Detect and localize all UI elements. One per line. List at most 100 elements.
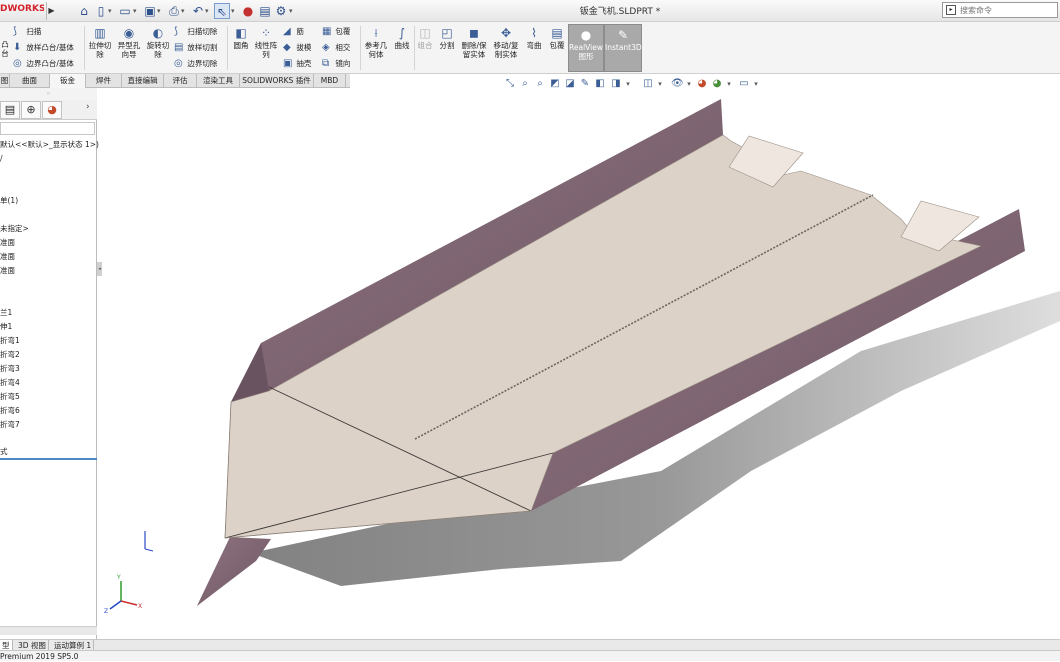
tree-item[interactable]: /	[0, 154, 3, 164]
tab-direct-editing[interactable]: 直接编辑	[122, 74, 164, 88]
open-file-icon[interactable]: ▭	[117, 3, 133, 19]
split-button[interactable]: ◰ 分割	[436, 26, 458, 50]
reference-geometry-button[interactable]: ⟊ 参考几何体	[363, 26, 389, 59]
tab-partial[interactable]: 图	[0, 74, 10, 88]
scene-dropdown[interactable]: ▾	[723, 77, 735, 91]
undo-icon[interactable]: ↶	[190, 3, 206, 19]
partial-button[interactable]: 凸台	[0, 40, 10, 58]
appearance-icon[interactable]: ◕	[696, 77, 708, 91]
new-file-dropdown[interactable]: ▾	[108, 3, 115, 19]
tree-item-cut-list[interactable]: 单(1)	[0, 196, 18, 206]
tree-item-bend[interactable]: 折弯3	[0, 364, 20, 374]
panel-grip[interactable]: ◦	[0, 88, 97, 100]
rollback-bar[interactable]	[0, 458, 97, 460]
edit-appearance-icon[interactable]: ✎	[579, 77, 591, 91]
tree-item-bend[interactable]: 折弯2	[0, 350, 20, 360]
rebuild-icon[interactable]: ●	[240, 3, 256, 19]
model-view[interactable]: Y X Z	[101, 91, 1060, 639]
zoom-to-fit-icon[interactable]: ⤡	[504, 77, 516, 91]
view-settings-dropdown[interactable]: ▾	[683, 77, 695, 91]
print-icon[interactable]: ⎙	[166, 3, 182, 19]
horizontal-scrollbar[interactable]	[0, 626, 97, 635]
intersect-button[interactable]: ◈ 相交	[322, 41, 350, 55]
feature-tree-filter[interactable]	[0, 122, 95, 135]
tree-item-plane[interactable]: 准面	[0, 252, 15, 262]
zoom-to-area-icon[interactable]: ⌕	[519, 77, 531, 91]
delete-body-button[interactable]: ◼ 删除/保留实体	[460, 26, 488, 59]
property-manager-tab-icon[interactable]: ▤	[0, 101, 20, 119]
revolve-cut-button[interactable]: ◐ 旋转切除	[145, 26, 171, 59]
select-icon[interactable]: ⇖	[214, 3, 230, 19]
lofted-cut-button[interactable]: ▤ 放样切割	[174, 41, 217, 55]
display-style-dropdown[interactable]: ▾	[622, 77, 634, 91]
tab-mbd[interactable]: MBD	[314, 74, 346, 88]
linear-pattern-button[interactable]: ⁘ 线性阵列	[254, 26, 278, 59]
tab-weldments[interactable]: 焊件	[86, 74, 122, 88]
search-box[interactable]: ▸ 搜索命令	[942, 2, 1058, 18]
tab-evaluate[interactable]: 评估	[164, 74, 197, 88]
combine-button[interactable]: ◫ 组合	[416, 26, 434, 50]
dynamic-annotation-icon[interactable]: ◪	[564, 77, 576, 91]
tab-sheet-metal[interactable]: 钣金	[50, 74, 86, 88]
tree-item-bend[interactable]: 折弯1	[0, 336, 20, 346]
menu-expand-arrow[interactable]: ▶	[46, 2, 56, 20]
print-dropdown[interactable]: ▾	[181, 3, 188, 19]
swept-cut-button[interactable]: ⟆ 扫描切除	[174, 25, 217, 39]
draft-button[interactable]: ◆ 拔模	[283, 41, 311, 55]
options-dropdown[interactable]: ▾	[289, 3, 296, 19]
new-file-icon[interactable]: ▯	[93, 3, 109, 19]
select-dropdown[interactable]: ▾	[231, 3, 238, 19]
extrude-cut-button[interactable]: ▥ 拉伸切除	[87, 26, 113, 59]
undo-dropdown[interactable]: ▾	[205, 3, 212, 19]
tree-item-bend[interactable]: 折弯6	[0, 406, 20, 416]
hide-show-dropdown[interactable]: ▾	[654, 77, 666, 91]
config-manager-tab-icon[interactable]: ⊕	[21, 101, 41, 119]
tree-item-flat-pattern[interactable]: 式	[0, 447, 8, 457]
display-manager-tab-icon[interactable]: ◕	[42, 101, 62, 119]
view-settings-icon[interactable]: 👁	[671, 77, 684, 91]
tab-surfaces[interactable]: 曲面	[10, 74, 50, 88]
realview-button[interactable]: ● RealView图形	[568, 24, 604, 72]
curves-button[interactable]: ∫ 曲线	[391, 26, 413, 50]
monitor-dropdown[interactable]: ▾	[750, 77, 762, 91]
instant3d-button[interactable]: ✎ Instant3D	[604, 24, 642, 72]
loft-button[interactable]: ⬇ 放样凸台/基体	[13, 41, 74, 55]
hole-wizard-button[interactable]: ◉ 异型孔向导	[116, 26, 142, 59]
tree-item-extrude[interactable]: 伸1	[0, 322, 12, 332]
tree-root-config[interactable]: 默认<<默认>_显示状态 1>)	[0, 140, 99, 150]
wrap2-button[interactable]: ▤ 包覆	[547, 26, 567, 50]
tree-item-bend[interactable]: 折弯4	[0, 378, 20, 388]
tree-item-base-flange[interactable]: 兰1	[0, 308, 12, 318]
view-orientation-icon[interactable]: ◧	[594, 77, 606, 91]
wrap-button[interactable]: ▦ 包覆	[322, 25, 350, 39]
tree-item-plane[interactable]: 准面	[0, 238, 15, 248]
boundary-button[interactable]: ◎ 边界凸台/基体	[13, 57, 74, 71]
flex-button[interactable]: ⌇ 弯曲	[523, 26, 545, 50]
previous-view-icon[interactable]: ⌕	[534, 77, 546, 91]
hide-show-icon[interactable]: ◫	[642, 77, 654, 91]
graphics-area[interactable]: Y X Z	[101, 91, 1060, 639]
shell-button[interactable]: ▣ 抽壳	[283, 57, 311, 71]
tree-item-plane[interactable]: 准面	[0, 266, 15, 276]
tab-solidworks-addins[interactable]: SOLIDWORKS 插件	[240, 74, 314, 88]
mirror-button[interactable]: ⧉ 镜向	[322, 57, 350, 71]
tree-item-material[interactable]: 未指定>	[0, 224, 29, 234]
options-icon[interactable]: ⚙	[273, 3, 289, 19]
move-copy-button[interactable]: ✥ 移动/复制实体	[492, 26, 520, 59]
sweep-button[interactable]: ⟆ 扫描	[13, 25, 41, 39]
rib-button[interactable]: ◢ 筋	[283, 25, 304, 39]
section-view-icon[interactable]: ◩	[549, 77, 561, 91]
save-dropdown[interactable]: ▾	[157, 3, 164, 19]
chevron-right-icon[interactable]: ›	[86, 102, 90, 112]
tab-render-tools[interactable]: 渲染工具	[197, 74, 240, 88]
open-file-dropdown[interactable]: ▾	[133, 3, 140, 19]
home-icon[interactable]: ⌂	[76, 3, 92, 19]
save-icon[interactable]: ▣	[142, 3, 158, 19]
tree-item-bend[interactable]: 折弯5	[0, 392, 20, 402]
monitor-icon[interactable]: ▭	[738, 77, 750, 91]
fillet-button[interactable]: ◧ 圆角	[230, 26, 252, 50]
boundary-cut-button[interactable]: ◎ 边界切除	[174, 57, 217, 71]
tree-item-bend[interactable]: 折弯7	[0, 420, 20, 430]
scene-icon[interactable]: ◕	[711, 77, 723, 91]
display-style-icon[interactable]: ◨	[610, 77, 622, 91]
